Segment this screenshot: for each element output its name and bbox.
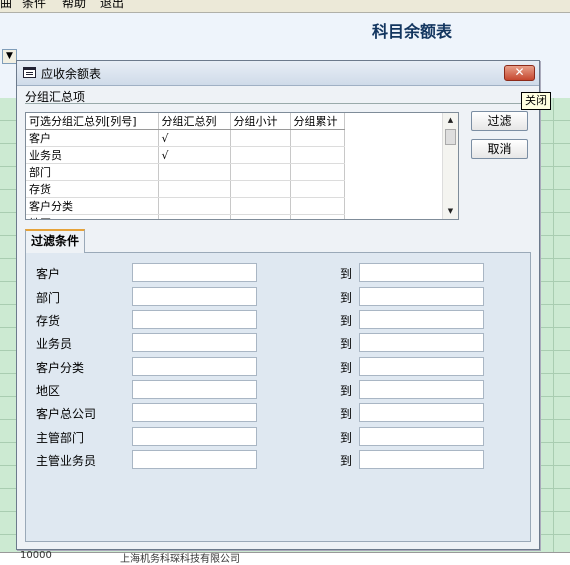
to-label: 到 (340, 361, 353, 375)
customer-from-input[interactable] (132, 263, 257, 282)
grid-cell-summary[interactable]: √ (158, 146, 231, 164)
grid-cell-subtotal[interactable] (230, 163, 291, 181)
tab-filter-conditions[interactable]: 过滤条件 (25, 229, 85, 253)
scroll-thumb[interactable] (445, 129, 456, 145)
close-tooltip: 关闭 (521, 92, 551, 110)
field-label-salesperson: 业务员 (36, 337, 73, 351)
menu-bar: 曲 条件 帮助 退出 (0, 0, 570, 13)
inventory-to-input[interactable] (359, 310, 484, 329)
menu-item-help[interactable]: 帮助 (62, 0, 86, 11)
group-summary-grid[interactable]: 可选分组汇总列[列号] 分组汇总列 分组小计 分组累计 客户 √ 业务员 √ 部… (25, 112, 459, 220)
grid-cell-summary[interactable] (158, 163, 231, 181)
salesperson-to-input[interactable] (359, 333, 484, 352)
grid-cell-subtotal[interactable] (230, 129, 291, 147)
grid-header-subtotal[interactable]: 分组小计 (230, 113, 291, 130)
grid-cell-cumulative[interactable] (290, 129, 345, 147)
to-label: 到 (340, 454, 353, 468)
field-label-managing-salesperson: 主管业务员 (36, 454, 97, 468)
table-row[interactable]: 客户分类 (26, 197, 345, 215)
field-label-customer-hq: 客户总公司 (36, 407, 97, 421)
grid-cell-name[interactable]: 客户 (26, 129, 159, 147)
receivable-balance-dialog: 应收余额表 ✕ 分组汇总项 可选分组汇总列[列号] 分组汇总列 分组小计 分组累… (16, 60, 540, 550)
dialog-title: 应收余额表 (41, 67, 102, 81)
customer-category-to-input[interactable] (359, 357, 484, 376)
grid-cell-name[interactable]: 存货 (26, 180, 159, 198)
managing-department-to-input[interactable] (359, 427, 484, 446)
field-label-customer-category: 客户分类 (36, 361, 85, 375)
grid-cell-cumulative[interactable] (290, 214, 345, 219)
table-row[interactable]: 部门 (26, 163, 345, 181)
grid-header-summary[interactable]: 分组汇总列 (158, 113, 231, 130)
to-label: 到 (340, 337, 353, 351)
managing-department-from-input[interactable] (132, 427, 257, 446)
group-divider (25, 103, 537, 104)
menu-item-edit[interactable]: 曲 (0, 0, 12, 11)
grid-cell-summary[interactable] (158, 214, 231, 219)
table-row[interactable]: 存货 (26, 180, 345, 198)
grid-cell-subtotal[interactable] (230, 214, 291, 219)
table-row[interactable]: 业务员 √ (26, 146, 345, 164)
department-to-input[interactable] (359, 287, 484, 306)
grid-cell-name[interactable]: 地区 (26, 214, 159, 219)
close-icon: ✕ (514, 65, 525, 79)
grid-cell-cumulative[interactable] (290, 180, 345, 198)
grid-cell-cumulative[interactable] (290, 197, 345, 215)
dialog-titlebar[interactable]: 应收余额表 ✕ (17, 61, 539, 86)
scroll-up-icon[interactable]: ▲ (443, 113, 458, 128)
filter-conditions-panel: 客户 到 部门 到 存货 到 业务员 到 客户分类 到 地区 到 客户总公司 到… (25, 252, 531, 542)
region-from-input[interactable] (132, 380, 257, 399)
grid-header-row: 可选分组汇总列[列号] 分组汇总列 分组小计 分组累计 (26, 113, 345, 130)
grid-scrollbar[interactable]: ▲ ▼ (442, 113, 458, 219)
status-text-company: 上海机务科琛科技有限公司 (120, 554, 240, 565)
grid-header-cumulative[interactable]: 分组累计 (290, 113, 345, 130)
inventory-from-input[interactable] (132, 310, 257, 329)
field-label-customer: 客户 (36, 267, 61, 281)
managing-salesperson-to-input[interactable] (359, 450, 484, 469)
field-label-inventory: 存货 (36, 314, 61, 328)
sheet-column-line (553, 98, 554, 560)
grid-cell-summary[interactable]: √ (158, 129, 231, 147)
to-label: 到 (340, 407, 353, 421)
window-icon (23, 67, 36, 78)
grid-cell-subtotal[interactable] (230, 180, 291, 198)
menu-item-exit[interactable]: 退出 (100, 0, 124, 11)
grid-header-column[interactable]: 可选分组汇总列[列号] (26, 113, 159, 130)
to-label: 到 (340, 291, 353, 305)
grid-cell-subtotal[interactable] (230, 146, 291, 164)
region-to-input[interactable] (359, 380, 484, 399)
scroll-down-icon[interactable]: ▼ (443, 204, 458, 219)
report-title: 科目余额表 (372, 22, 453, 41)
grid-cell-name[interactable]: 部门 (26, 163, 159, 181)
to-label: 到 (340, 384, 353, 398)
field-label-region: 地区 (36, 384, 61, 398)
to-label: 到 (340, 267, 353, 281)
field-label-managing-department: 主管部门 (36, 431, 85, 445)
customer-to-input[interactable] (359, 263, 484, 282)
table-row[interactable]: 客户 √ (26, 129, 345, 147)
managing-salesperson-from-input[interactable] (132, 450, 257, 469)
menu-item-condition[interactable]: 条件 (22, 0, 46, 11)
grid-cell-subtotal[interactable] (230, 197, 291, 215)
to-label: 到 (340, 314, 353, 328)
filter-button[interactable]: 过滤 (471, 111, 528, 131)
customer-hq-to-input[interactable] (359, 403, 484, 422)
department-from-input[interactable] (132, 287, 257, 306)
close-button[interactable]: ✕ (504, 65, 535, 81)
to-label: 到 (340, 431, 353, 445)
customer-hq-from-input[interactable] (132, 403, 257, 422)
grid-cell-name[interactable]: 业务员 (26, 146, 159, 164)
grid-cell-cumulative[interactable] (290, 146, 345, 164)
table-row[interactable]: 地区 (26, 214, 345, 219)
grid-cell-cumulative[interactable] (290, 163, 345, 181)
cancel-button[interactable]: 取消 (471, 139, 528, 159)
grid-cell-name[interactable]: 客户分类 (26, 197, 159, 215)
salesperson-from-input[interactable] (132, 333, 257, 352)
grid-cell-summary[interactable] (158, 197, 231, 215)
customer-category-from-input[interactable] (132, 357, 257, 376)
grid-cell-summary[interactable] (158, 180, 231, 198)
status-text-code: 10000 (20, 550, 52, 561)
field-label-department: 部门 (36, 291, 61, 305)
dropdown-arrow-icon[interactable]: ▼ (2, 49, 17, 64)
